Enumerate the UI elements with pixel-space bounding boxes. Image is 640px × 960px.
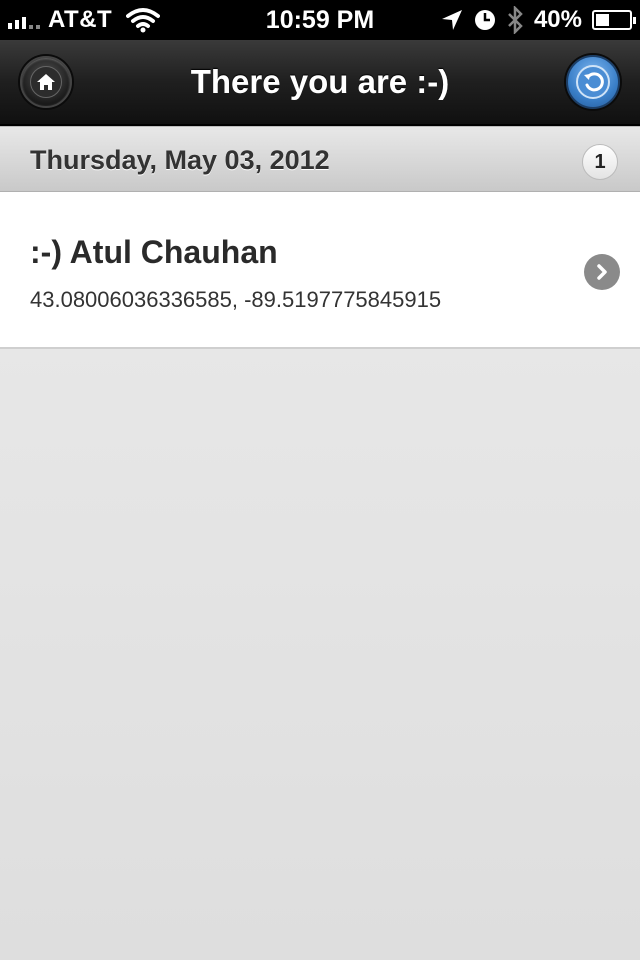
battery-icon [592,10,636,30]
page-title: There you are :-) [190,63,450,100]
list-item-title: :-) Atul Chauhan [30,234,278,270]
list-item-coordinates: 43.08006036336585, -89.5197775845915 [30,287,442,312]
battery-percentage: 40% [533,6,582,33]
bluetooth-icon [508,6,523,34]
alarm-clock-icon [474,10,495,30]
count-badge: 1 [582,144,618,180]
chevron-right-icon[interactable] [584,254,620,290]
list-item[interactable]: :-) Atul Chauhan 43.08006036336585, -89.… [0,192,640,349]
back-button[interactable] [566,55,620,109]
back-arrow-icon [584,72,604,92]
home-button[interactable] [20,56,72,108]
list-divider: Thursday, May 03, 2012 1 [0,126,640,192]
divider-date: Thursday, May 03, 2012 [30,145,330,175]
location-arrow-icon [441,10,462,30]
status-bar: AT&T 10:59 PM 40% [0,0,640,40]
home-icon [37,74,55,90]
header-bar: There you are :-) [0,40,640,126]
